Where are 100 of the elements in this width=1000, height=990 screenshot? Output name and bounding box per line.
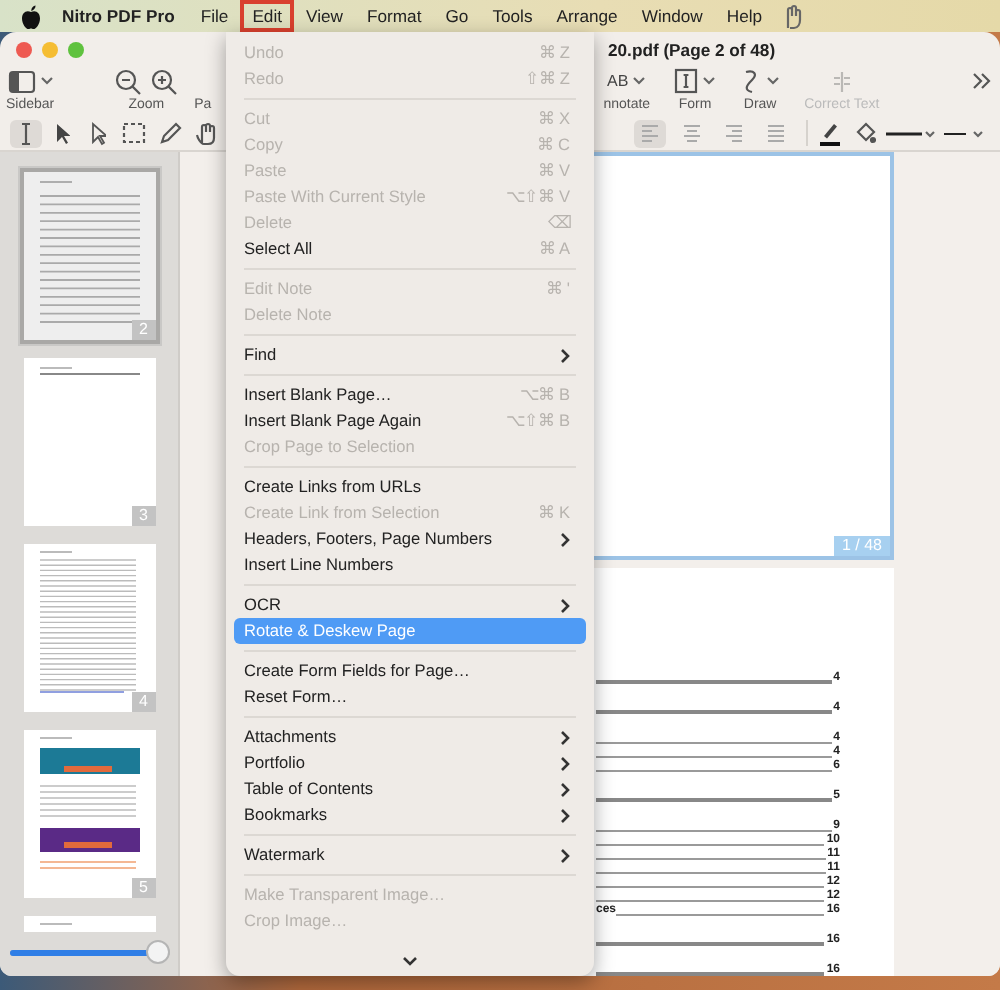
hand-icon[interactable] — [782, 3, 803, 29]
align-center-icon — [682, 124, 702, 142]
chevron-down-icon — [766, 76, 781, 86]
menu-item[interactable]: Insert Blank Page Again ⌥⇧⌘ B — [234, 408, 586, 434]
menu-item[interactable]: Select All ⌘ A — [234, 236, 586, 262]
menu-item-label: Attachments — [244, 724, 339, 750]
menu-item[interactable]: Watermark — [234, 842, 586, 868]
shortcut-text: ⌘ C — [537, 132, 570, 158]
menu-item[interactable]: Portfolio — [234, 750, 586, 776]
menu-bar-item[interactable]: Help — [714, 0, 775, 32]
menu-bar-item[interactable]: Go — [433, 0, 481, 32]
text-tool-button[interactable] — [10, 119, 42, 147]
menu-item-label: Paste — [244, 158, 289, 184]
menu-item[interactable]: Table of Contents — [234, 776, 586, 802]
zoom-slider[interactable] — [10, 940, 170, 964]
menu-item[interactable]: OCR — [234, 592, 586, 618]
zoom-in-icon[interactable] — [150, 67, 179, 95]
menu-item-label: Bookmarks — [244, 802, 329, 828]
sidebar-icon[interactable] — [7, 69, 36, 93]
menu-bar-item[interactable]: Arrange — [544, 0, 630, 32]
page-number-badge: 4 — [131, 692, 156, 712]
page-preview-drawing — [40, 180, 140, 324]
menu-item[interactable]: Reset Form… — [234, 684, 586, 710]
menu-item-label: Cut — [244, 106, 272, 132]
menu-item-label: Create Links from URLs — [244, 474, 424, 500]
shortcut-text: ⌘ A — [539, 236, 570, 262]
menu-bar-item[interactable]: Tools — [480, 0, 545, 32]
menu-item-label: Find — [244, 342, 279, 368]
menu-item-label: Redo — [244, 66, 286, 92]
shortcut-text: ⌘ Z — [539, 40, 570, 66]
page-number-badge: 2 — [131, 320, 156, 340]
page-number-badge: 3 — [131, 506, 156, 526]
menu-item-label: Table of Contents — [244, 776, 376, 802]
page-number-badge: 1 / 48 — [833, 536, 890, 556]
menu-item[interactable]: Create Links from URLs — [234, 474, 586, 500]
menu-item-label: Insert Line Numbers — [244, 552, 396, 578]
menu-item-label: Portfolio — [244, 750, 307, 776]
menu-item-label: Create Form Fields for Page… — [244, 658, 472, 684]
form-field-icon — [674, 68, 699, 94]
sidebar-button[interactable] — [7, 69, 54, 93]
menu-item[interactable]: Find — [234, 342, 586, 368]
menu-bar-item[interactable]: File — [188, 0, 241, 32]
chevron-right-icon — [560, 347, 570, 363]
pen-color-icon[interactable] — [818, 120, 842, 146]
shortcut-text: ⌘ X — [538, 106, 570, 132]
menu-item[interactable]: Insert Blank Page… ⌥⌘ B — [234, 382, 586, 408]
chevron-down-icon — [632, 76, 647, 86]
menu-item[interactable]: Headers, Footers, Page Numbers — [234, 526, 586, 552]
pointer-outline-icon — [90, 121, 106, 145]
window-title: 20.pdf (Page 2 of 48) — [608, 39, 776, 59]
page-number-badge: 5 — [131, 878, 156, 898]
menu-item-label: Insert Blank Page… — [244, 382, 394, 408]
draw-button[interactable] — [740, 67, 781, 95]
line-style-icon[interactable] — [884, 127, 940, 139]
menu-item-label: Reset Form… — [244, 684, 350, 710]
paint-bucket-icon[interactable] — [854, 122, 876, 144]
chevron-right-icon — [560, 597, 570, 613]
menu-item-label: Edit Note — [244, 276, 315, 302]
menu-item-label: Undo — [244, 40, 286, 66]
form-button[interactable] — [674, 68, 717, 94]
menu-bar-item[interactable]: Edit — [240, 0, 295, 32]
menu-item-label: Crop Page to Selection — [244, 434, 417, 460]
menu-item-label: Make Transparent Image… — [244, 882, 448, 908]
page-preview-drawing — [40, 550, 136, 694]
shortcut-text: ⇧⌘ Z — [525, 66, 570, 92]
shortcut-text: ⌘ V — [538, 158, 570, 184]
menu-bar-item[interactable]: Format — [355, 0, 434, 32]
pencil-icon — [158, 121, 182, 145]
slider-thumb[interactable] — [146, 940, 171, 964]
menu-item-label: Headers, Footers, Page Numbers — [244, 526, 495, 552]
double-chevron-icon[interactable] — [972, 72, 992, 90]
line-width-icon[interactable] — [940, 127, 988, 139]
arrow-pointer-icon — [54, 121, 70, 145]
align-left-icon — [640, 124, 660, 142]
menu-item-label: Copy — [244, 132, 285, 158]
menu-bar-item[interactable]: View — [294, 0, 355, 32]
menu-item-label: Paste With Current Style — [244, 184, 428, 210]
menu-item-label: Create Link from Selection — [244, 500, 442, 526]
chevron-down-icon[interactable] — [402, 956, 418, 966]
menu-bar-item[interactable]: Window — [629, 0, 715, 32]
menu-item-label: Delete Note — [244, 302, 334, 328]
menu-item-label: Watermark — [244, 842, 327, 868]
menu-item-label: Rotate & Deskew Page — [244, 618, 418, 644]
shortcut-text: ⌫ — [548, 210, 570, 236]
page-preview-drawing — [40, 366, 140, 376]
chevron-right-icon — [560, 847, 570, 863]
menu-item-label: Delete — [244, 210, 294, 236]
annotate-button[interactable]: AB — [607, 72, 647, 90]
chevron-down-icon — [39, 76, 54, 86]
chevron-down-icon — [702, 76, 717, 86]
menu-item-label: Insert Blank Page Again — [244, 408, 424, 434]
menu-item[interactable]: Create Form Fields for Page… — [234, 658, 586, 684]
pencil-tool-button[interactable] — [154, 119, 186, 147]
zoom-out-icon[interactable] — [114, 67, 143, 95]
menu-item[interactable]: Bookmarks — [234, 802, 586, 828]
chevron-right-icon — [560, 531, 570, 547]
menu-item[interactable]: Insert Line Numbers — [234, 552, 586, 578]
menu-item[interactable]: Attachments — [234, 724, 586, 750]
app-name: Nitro PDF Pro — [62, 6, 175, 26]
marquee-tool-button[interactable] — [118, 119, 150, 147]
